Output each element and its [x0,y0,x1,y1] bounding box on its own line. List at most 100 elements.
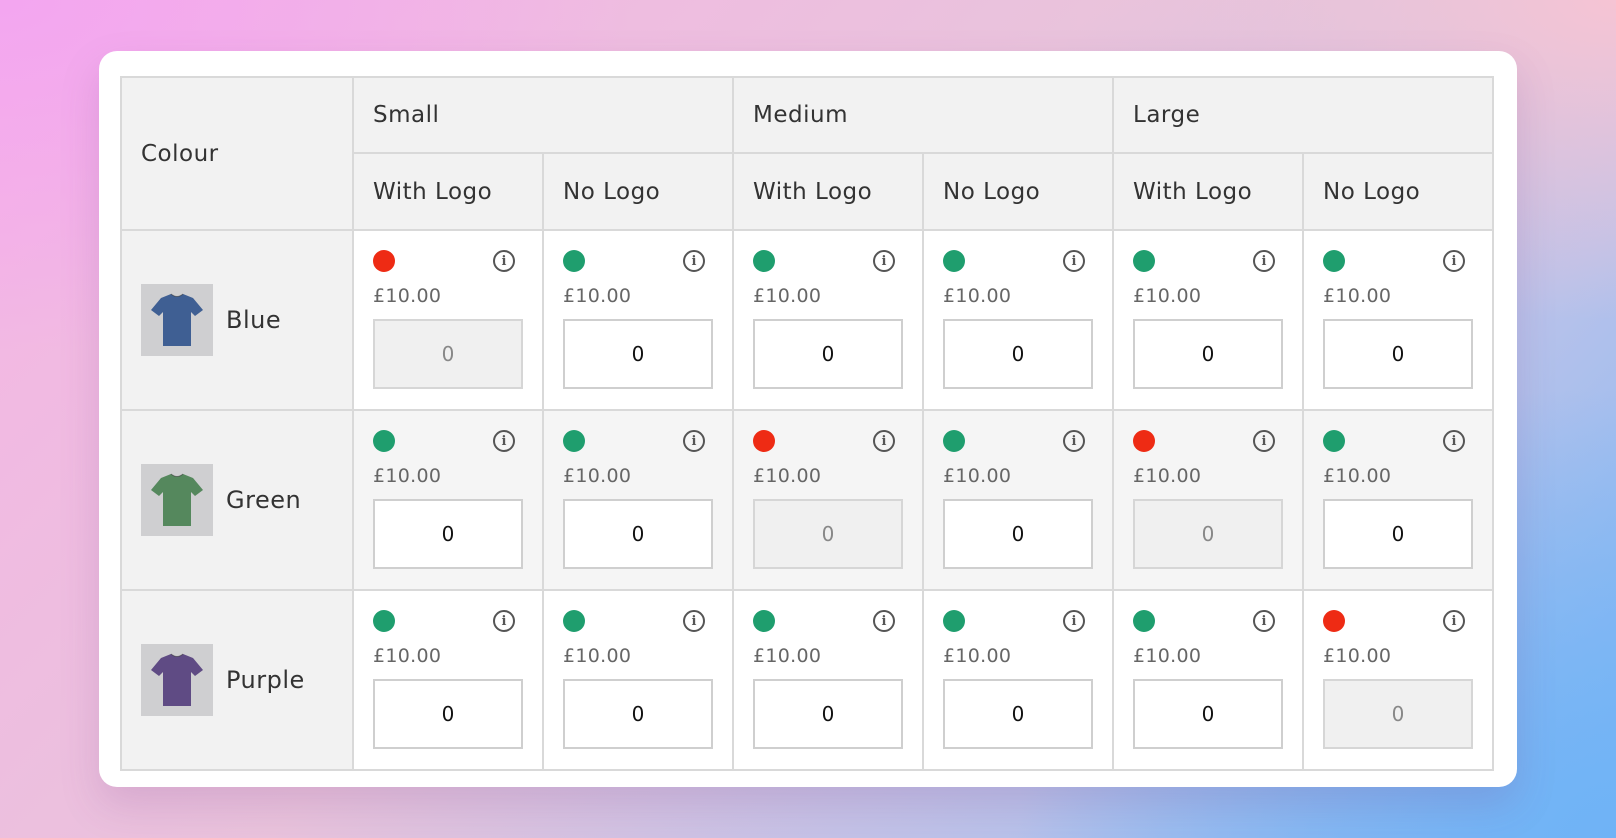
quantity-input[interactable] [563,679,713,749]
quantity-input[interactable] [943,499,1094,569]
price-label: £10.00 [1133,645,1202,667]
variant-cell: i £10.00 [1302,589,1495,771]
variant-cell: i £10.00 [922,589,1115,771]
price-label: £10.00 [753,645,822,667]
price-label: £10.00 [1323,465,1392,487]
variant-cell-content: i £10.00 [1304,411,1492,589]
price-label: £10.00 [753,285,822,307]
stock-status-indicator [1133,430,1156,452]
price-label: £10.00 [1133,285,1202,307]
quantity-input[interactable] [373,499,523,569]
variant-cell: i £10.00 [732,589,925,771]
info-icon[interactable]: i [493,610,515,632]
price-label: £10.00 [563,645,632,667]
stock-status-indicator [373,610,395,632]
price-label: £10.00 [1323,645,1392,667]
variant-cell-content: i £10.00 [1114,231,1302,409]
variant-cell: i £10.00 [732,229,925,411]
quantity-input [373,319,523,389]
variant-cell-content: i £10.00 [544,231,732,409]
info-icon[interactable]: i [1063,250,1086,272]
variant-cell-content: i £10.00 [354,591,542,769]
variant-cell-content: i £10.00 [354,411,542,589]
colour-column-header: Colour [120,76,354,231]
info-icon[interactable]: i [873,430,896,452]
info-icon[interactable]: i [873,250,896,272]
variant-cell-content: i £10.00 [734,231,922,409]
variant-cell-content: i £10.00 [1114,411,1302,589]
tshirt-thumbnail [141,644,213,716]
stock-status-indicator [563,250,585,272]
variant-grid-table: Colour Small Medium Large With Logo No L… [120,76,1495,771]
quantity-input[interactable] [943,679,1094,749]
price-label: £10.00 [1133,465,1202,487]
info-icon[interactable]: i [683,430,705,452]
info-icon[interactable]: i [873,610,896,632]
colour-label-group: Blue [122,284,352,356]
colour-cell: Green [120,409,354,591]
price-label: £10.00 [373,285,442,307]
info-icon[interactable]: i [1443,250,1466,272]
price-label: £10.00 [943,465,1012,487]
variant-header-no-logo: No Logo [1302,152,1495,231]
stock-status-indicator [373,430,395,452]
quantity-input[interactable] [563,499,713,569]
variant-cell: i £10.00 [1302,409,1495,591]
info-icon[interactable]: i [683,610,705,632]
tshirt-thumbnail [141,464,213,536]
variant-cell-content: i £10.00 [1304,231,1492,409]
quantity-input[interactable] [753,679,904,749]
info-icon[interactable]: i [1443,610,1466,632]
variant-cell: i £10.00 [541,229,735,411]
stock-status-indicator [943,430,966,452]
stock-status-indicator [1133,610,1156,632]
stock-status-indicator [943,610,966,632]
stock-status-indicator [563,430,585,452]
tshirt-icon [151,473,203,526]
colour-label-group: Green [122,464,352,536]
info-icon[interactable]: i [1253,250,1276,272]
size-header-medium: Medium [732,76,1115,154]
quantity-input[interactable] [1323,319,1474,389]
info-icon[interactable]: i [1443,430,1466,452]
stock-status-indicator [373,250,395,272]
price-label: £10.00 [563,285,632,307]
quantity-input[interactable] [1133,679,1284,749]
quantity-input[interactable] [753,319,904,389]
colour-row: Purple i £10.00 i £10.00 i £10.00 i £10.00 i £10.0… [120,589,1495,771]
info-icon[interactable]: i [1063,430,1086,452]
variant-cell-content: i £10.00 [544,591,732,769]
info-icon[interactable]: i [1253,610,1276,632]
stock-status-indicator [1323,250,1346,272]
price-label: £10.00 [563,465,632,487]
quantity-input[interactable] [373,679,523,749]
quantity-input[interactable] [563,319,713,389]
quantity-input[interactable] [1323,499,1474,569]
quantity-input[interactable] [943,319,1094,389]
price-label: £10.00 [943,645,1012,667]
variant-cell: i £10.00 [352,229,544,411]
price-label: £10.00 [943,285,1012,307]
stock-status-indicator [753,250,776,272]
colour-row: Blue i £10.00 i £10.00 i £10.00 i £10.00 i £10.00 i… [120,229,1495,411]
info-icon[interactable]: i [493,250,515,272]
info-icon[interactable]: i [1253,430,1276,452]
quantity-input[interactable] [1133,319,1284,389]
variant-cell-content: i £10.00 [924,591,1112,769]
size-header-small: Small [351,76,735,154]
info-icon[interactable]: i [1063,610,1086,632]
variant-cell: i £10.00 [732,409,925,591]
variant-cell: i £10.00 [922,229,1115,411]
variant-header-with-logo: With Logo [1112,152,1305,231]
info-icon[interactable]: i [683,250,705,272]
variant-cell-content: i £10.00 [924,411,1112,589]
variant-cell-content: i £10.00 [734,411,922,589]
variant-cell: i £10.00 [1302,229,1495,411]
colour-name: Green [226,486,302,514]
stock-status-indicator [1133,250,1156,272]
info-icon[interactable]: i [493,430,515,452]
quantity-input [1133,499,1284,569]
tshirt-icon [151,293,203,346]
variant-header-no-logo: No Logo [541,152,735,231]
colour-name: Blue [226,306,282,334]
